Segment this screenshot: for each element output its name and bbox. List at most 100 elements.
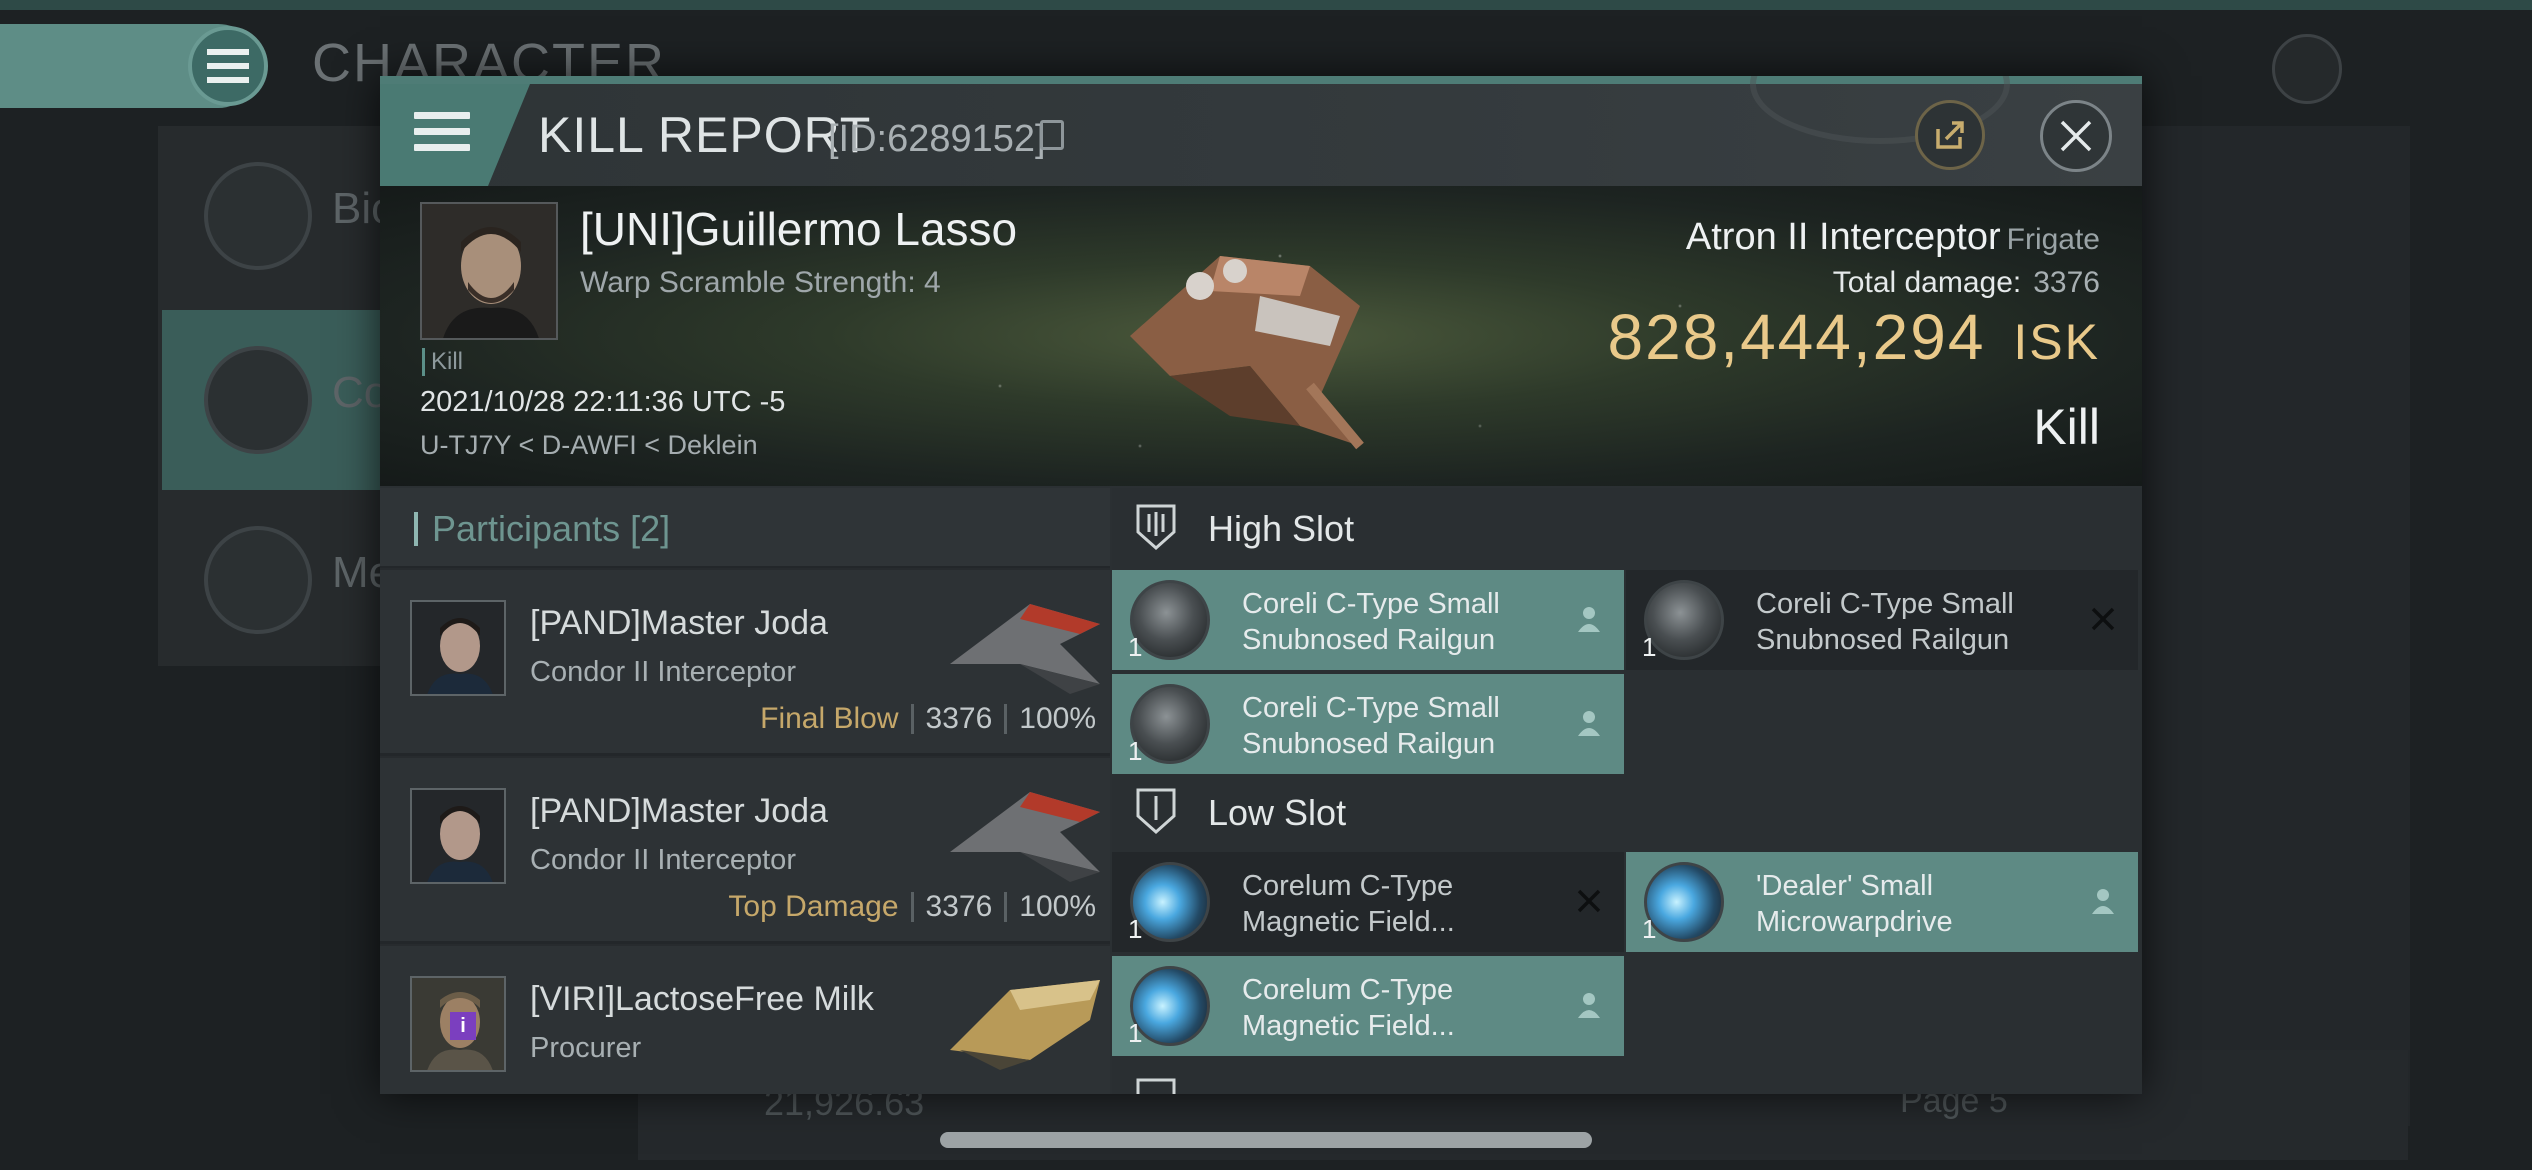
fitting-item[interactable]: 1 Coreli C-Type Small Snubnosed Railgun xyxy=(1112,674,1624,774)
mid-slot-icon xyxy=(1136,1078,1176,1094)
avatar xyxy=(422,204,556,338)
fitting-item[interactable]: 1 Corelum C-Type Magnetic Field... xyxy=(1112,852,1624,952)
participant-name: [PAND]Master Joda xyxy=(530,604,828,642)
fitting-panel: High Slot 1 Coreli C-Type Small Snubnose… xyxy=(1112,488,2142,1094)
close-button[interactable] xyxy=(2040,100,2112,172)
item-quantity: 1 xyxy=(1128,736,1143,766)
share-icon xyxy=(1936,121,1964,149)
low-slot-title: Low Slot xyxy=(1208,792,1347,833)
victim-name[interactable]: [UNI]Guillermo Lasso xyxy=(580,202,1017,256)
participant-stats: Final Blow 3376 100% xyxy=(760,702,1096,736)
copy-icon[interactable] xyxy=(1040,120,1064,150)
bg-panel-item-bio[interactable]: Bio xyxy=(162,126,396,306)
participant-ship-image xyxy=(950,604,1100,694)
participant-ship-image xyxy=(950,980,1100,1070)
victim-portrait[interactable] xyxy=(420,202,558,340)
ship-name: Atron II Interceptor xyxy=(1685,216,2001,258)
item-name: Coreli C-Type Small Snubnosed Railgun xyxy=(1242,692,1500,760)
participant-row[interactable]: [PAND]Master Joda Condor II Interceptor … xyxy=(380,758,1110,944)
top-line xyxy=(0,0,2532,10)
total-damage: Total damage: 3376 xyxy=(1833,266,2100,300)
item-name: 'Dealer' Small Microwarpdrive xyxy=(1756,870,1953,938)
ship-class: Frigate xyxy=(2006,223,2100,256)
kill-id: [ID:6289152] xyxy=(828,118,1046,160)
fitting-item[interactable]: 1 'Dealer' Small Microwarpdrive xyxy=(1626,852,2138,952)
high-slot-icon xyxy=(1136,504,1176,551)
participant-role: Final Blow xyxy=(760,702,899,735)
total-damage-label: Total damage: xyxy=(1832,266,2022,299)
avatar xyxy=(410,788,506,884)
participants-title: Participants [2] xyxy=(432,508,671,549)
low-slot-icon xyxy=(1136,788,1176,835)
kill-datetime: 2021/10/28 22:11:36 UTC -5 xyxy=(420,386,786,418)
main-menu-button[interactable] xyxy=(188,26,268,106)
item-quantity: 1 xyxy=(1642,632,1657,662)
swords-icon xyxy=(204,346,312,454)
participant-ship: Condor II Interceptor xyxy=(530,844,796,876)
bg-panel-item-medals[interactable]: Me xyxy=(162,490,393,670)
participant-ship: Condor II Interceptor xyxy=(530,656,796,688)
participant-damage: 3376 xyxy=(925,702,993,735)
item-quantity: 1 xyxy=(1128,632,1143,662)
low-slot-header: Low Slot xyxy=(1112,772,2142,850)
destroyed-x-icon xyxy=(2091,607,2115,631)
participant-role: Top Damage xyxy=(728,890,899,923)
hamburger-icon xyxy=(414,112,470,160)
item-name: Coreli C-Type Small Snubnosed Railgun xyxy=(1756,588,2014,656)
scroll-indicator[interactable] xyxy=(940,1132,1592,1148)
bg-panel-item-combat[interactable]: Co xyxy=(162,310,388,490)
star-icon xyxy=(204,526,312,634)
participant-row[interactable]: i [VIRI]LactoseFree Milk Procurer xyxy=(380,946,1110,1094)
kill-tag: Kill xyxy=(422,348,463,376)
victim-banner: [UNI]Guillermo Lasso Warp Scramble Stren… xyxy=(380,186,2142,486)
high-slot-header: High Slot xyxy=(1112,488,2142,566)
kill-result: Kill xyxy=(2033,399,2100,455)
fitting-item[interactable]: 1 Coreli C-Type Small Snubnosed Railgun xyxy=(1626,570,2138,670)
hamburger-icon xyxy=(207,49,249,83)
high-slot-title: High Slot xyxy=(1208,508,1355,549)
victim-ship-name[interactable]: Atron II Interceptor Frigate xyxy=(1686,216,2100,259)
item-name: Corelum C-Type Magnetic Field... xyxy=(1242,870,1455,938)
participant-percent: 100% xyxy=(1019,890,1096,923)
participants-header: Participants [2] xyxy=(380,488,1110,568)
mid-slot-header xyxy=(1112,1062,2142,1094)
isk-unit: ISK xyxy=(2013,314,2100,370)
participant-damage: 3376 xyxy=(925,890,993,923)
warp-scramble-strength: Warp Scramble Strength: 4 xyxy=(580,266,941,299)
info-badge-icon: i xyxy=(450,1012,476,1040)
participant-row[interactable]: [PAND]Master Joda Condor II Interceptor … xyxy=(380,570,1110,756)
dropped-person-icon xyxy=(2092,889,2114,914)
item-name: Corelum C-Type Magnetic Field... xyxy=(1242,974,1455,1042)
item-quantity: 1 xyxy=(1128,914,1143,944)
divider xyxy=(910,892,914,922)
participant-ship: Procurer xyxy=(530,1032,642,1064)
item-quantity: 1 xyxy=(1128,1018,1143,1048)
dropped-person-icon xyxy=(1578,607,1600,632)
participant-stats: Top Damage 3376 100% xyxy=(728,890,1096,924)
divider xyxy=(910,704,914,734)
total-damage-value: 3376 xyxy=(2033,266,2100,299)
modal-title: KILL REPORT xyxy=(538,107,872,163)
divider xyxy=(1004,892,1008,922)
participant-name: [PAND]Master Joda xyxy=(530,792,828,830)
fitting-item[interactable]: 1 Coreli C-Type Small Snubnosed Railgun xyxy=(1112,570,1624,670)
item-name: Coreli C-Type Small Snubnosed Railgun xyxy=(1242,588,1500,656)
dropped-person-icon xyxy=(1578,993,1600,1018)
participant-name: [VIRI]LactoseFree Milk xyxy=(530,980,874,1018)
dropped-person-icon xyxy=(1578,711,1600,736)
list-icon xyxy=(204,162,312,270)
modal-header: KILL REPORT [ID:6289152] xyxy=(380,76,2142,186)
victim-ship-image[interactable] xyxy=(1060,196,1420,466)
isk-value: 828,444,294 ISK xyxy=(1608,300,2101,374)
share-button[interactable] xyxy=(1915,100,1985,170)
fitting-item[interactable]: 1 Corelum C-Type Magnetic Field... xyxy=(1112,956,1624,1056)
participant-ship-image xyxy=(950,792,1100,882)
item-quantity: 1 xyxy=(1642,914,1657,944)
header-accent xyxy=(414,512,418,546)
kill-location[interactable]: U-TJ7Y < D-AWFI < Deklein xyxy=(420,430,758,461)
modal-menu-button[interactable] xyxy=(380,84,530,186)
isk-amount: 828,444,294 xyxy=(1607,301,1986,373)
background-close-button[interactable] xyxy=(2272,34,2342,104)
avatar xyxy=(410,600,506,696)
destroyed-x-icon xyxy=(1577,889,1601,913)
